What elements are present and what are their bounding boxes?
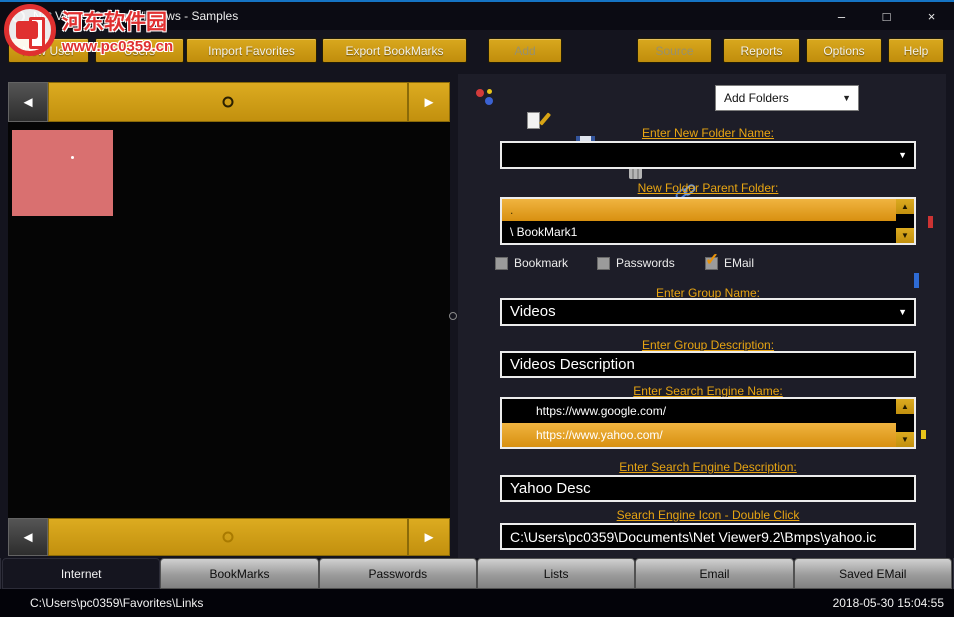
action-mode-select[interactable]: Add Folders ▼ — [715, 85, 859, 111]
list-item[interactable]: https://www.yahoo.com/ — [502, 423, 896, 447]
type-checkboxes: Bookmark Passwords ✓ EMail — [458, 256, 946, 274]
group-description-label: Enter Group Description: — [500, 338, 916, 352]
statusbar: C:\Users\pc0359\Favorites\Links 2018-05-… — [0, 589, 954, 617]
new-folder-name-label: Enter New Folder Name: — [500, 126, 916, 140]
scroll-up-button[interactable]: ▲ — [896, 399, 914, 414]
tab-lists[interactable]: Lists — [477, 558, 635, 589]
app-window: Net Viewer 9.2 for Windows - Samples – □… — [0, 0, 954, 617]
email-checkbox[interactable]: ✓ EMail — [705, 256, 754, 270]
tab-internet[interactable]: Internet — [2, 558, 160, 589]
search-engine-name-label: Enter Search Engine Name: — [500, 384, 916, 398]
app-icon — [12, 10, 25, 23]
scroll-down-button[interactable]: ▼ — [896, 432, 914, 447]
list-item[interactable]: \ BookMark1 — [502, 221, 896, 243]
preview-position-track-bottom[interactable] — [48, 518, 408, 556]
checkbox-label: Passwords — [616, 256, 675, 270]
statusbar-datetime: 2018-05-30 15:04:55 — [833, 596, 954, 610]
next-page-button[interactable]: ► — [408, 518, 450, 556]
import-favorites-button[interactable]: Import Favorites — [186, 38, 317, 63]
edit-toolbar: Add Folders ▼ — [458, 84, 946, 114]
minimize-button[interactable]: – — [819, 2, 864, 30]
window-controls: – □ × — [819, 2, 954, 30]
check-icon: ✓ — [705, 250, 719, 270]
group-description-input[interactable] — [500, 351, 916, 378]
main-toolbar: New User Users Import Favorites Export B… — [0, 30, 954, 74]
list-item[interactable]: . — [502, 199, 896, 221]
search-engine-description-input[interactable] — [500, 475, 916, 502]
export-bookmarks-button[interactable]: Export BookMarks — [322, 38, 467, 63]
next-item-button[interactable]: ► — [408, 82, 450, 122]
left-arrow-icon: ◄ — [21, 529, 36, 546]
bookmark-checkbox[interactable]: Bookmark — [495, 256, 568, 270]
chevron-down-icon: ▼ — [898, 300, 907, 324]
preview-thumbnail[interactable] — [12, 130, 113, 216]
preview-position-track-top[interactable] — [48, 82, 408, 122]
up-arrow-icon: ▲ — [901, 402, 909, 411]
help-button[interactable]: Help — [888, 38, 944, 63]
down-arrow-icon: ▼ — [901, 435, 909, 444]
preview-canvas[interactable] — [8, 122, 450, 518]
left-arrow-icon: ◄ — [21, 94, 36, 111]
prev-page-button[interactable]: ◄ — [8, 518, 48, 556]
close-button[interactable]: × — [909, 2, 954, 30]
statusbar-path: C:\Users\pc0359\Favorites\Links — [0, 596, 203, 610]
main-area: ◄ ► ◄ ► — [0, 74, 954, 558]
passwords-checkbox[interactable]: Passwords — [597, 256, 675, 270]
checkbox-label: EMail — [724, 256, 754, 270]
add-button[interactable]: Add — [488, 38, 562, 63]
scrollbar: ▲ ▼ — [896, 399, 914, 447]
scroll-down-button[interactable]: ▼ — [896, 228, 914, 243]
scroll-track[interactable] — [896, 214, 914, 228]
position-indicator-icon — [223, 97, 234, 108]
preview-nav-bottom: ◄ ► — [8, 518, 450, 556]
search-engine-icon-path-input[interactable] — [500, 523, 916, 550]
titlebar: Net Viewer 9.2 for Windows - Samples – □… — [0, 2, 954, 30]
search-engine-list: https://www.google.com/ https://www.yaho… — [500, 397, 916, 449]
new-folder-name-combo[interactable]: ▼ — [500, 141, 916, 169]
list-item[interactable]: https://www.google.com/ — [502, 399, 896, 423]
parent-folder-list: . \ BookMark1 ▲ ▼ — [500, 197, 916, 245]
up-arrow-icon: ▲ — [901, 202, 909, 211]
search-engine-description-label: Enter Search Engine Description: — [500, 460, 916, 474]
action-mode-value: Add Folders — [724, 91, 789, 105]
scrollbar: ▲ ▼ — [896, 199, 914, 243]
search-engine-icon-label: Search Engine Icon - Double Click — [500, 508, 916, 522]
window-title: Net Viewer 9.2 for Windows - Samples — [33, 9, 238, 23]
down-arrow-icon: ▼ — [901, 231, 909, 240]
checkbox-box — [597, 257, 610, 270]
checkbox-box: ✓ — [705, 257, 718, 270]
prev-item-button[interactable]: ◄ — [8, 82, 48, 122]
options-button[interactable]: Options — [806, 38, 882, 63]
preview-panel: ◄ ► ◄ ► — [8, 82, 450, 556]
preview-nav-top: ◄ ► — [8, 82, 450, 122]
right-arrow-icon: ► — [422, 94, 437, 111]
tab-saved-email[interactable]: Saved EMail — [794, 558, 952, 589]
new-user-button[interactable]: New User — [8, 38, 89, 63]
tab-passwords[interactable]: Passwords — [319, 558, 477, 589]
users-button[interactable]: Users — [95, 38, 184, 63]
bottom-tabbar: Internet BookMarks Passwords Lists Email… — [2, 558, 952, 589]
maximize-button[interactable]: □ — [864, 2, 909, 30]
position-indicator-icon — [223, 532, 234, 543]
reports-button[interactable]: Reports — [723, 38, 800, 63]
checkbox-label: Bookmark — [514, 256, 568, 270]
source-button[interactable]: Source — [637, 38, 712, 63]
edit-panel: Add Folders ▼ Enter New Folder Name: ▼ N… — [458, 74, 946, 558]
group-name-combo[interactable]: Videos ▼ — [500, 298, 916, 326]
right-arrow-icon: ► — [422, 529, 437, 546]
tab-email[interactable]: Email — [635, 558, 793, 589]
panel-splitter-handle[interactable] — [449, 312, 457, 320]
tab-bookmarks[interactable]: BookMarks — [160, 558, 318, 589]
add-bookmark-icon[interactable] — [474, 86, 498, 110]
scroll-track[interactable] — [896, 414, 914, 432]
checkbox-box — [495, 257, 508, 270]
chevron-down-icon: ▼ — [842, 86, 851, 110]
scroll-up-button[interactable]: ▲ — [896, 199, 914, 214]
group-name-value: Videos — [510, 303, 556, 320]
chevron-down-icon: ▼ — [898, 143, 907, 167]
parent-folder-label: New Folder Parent Folder: — [500, 181, 916, 195]
